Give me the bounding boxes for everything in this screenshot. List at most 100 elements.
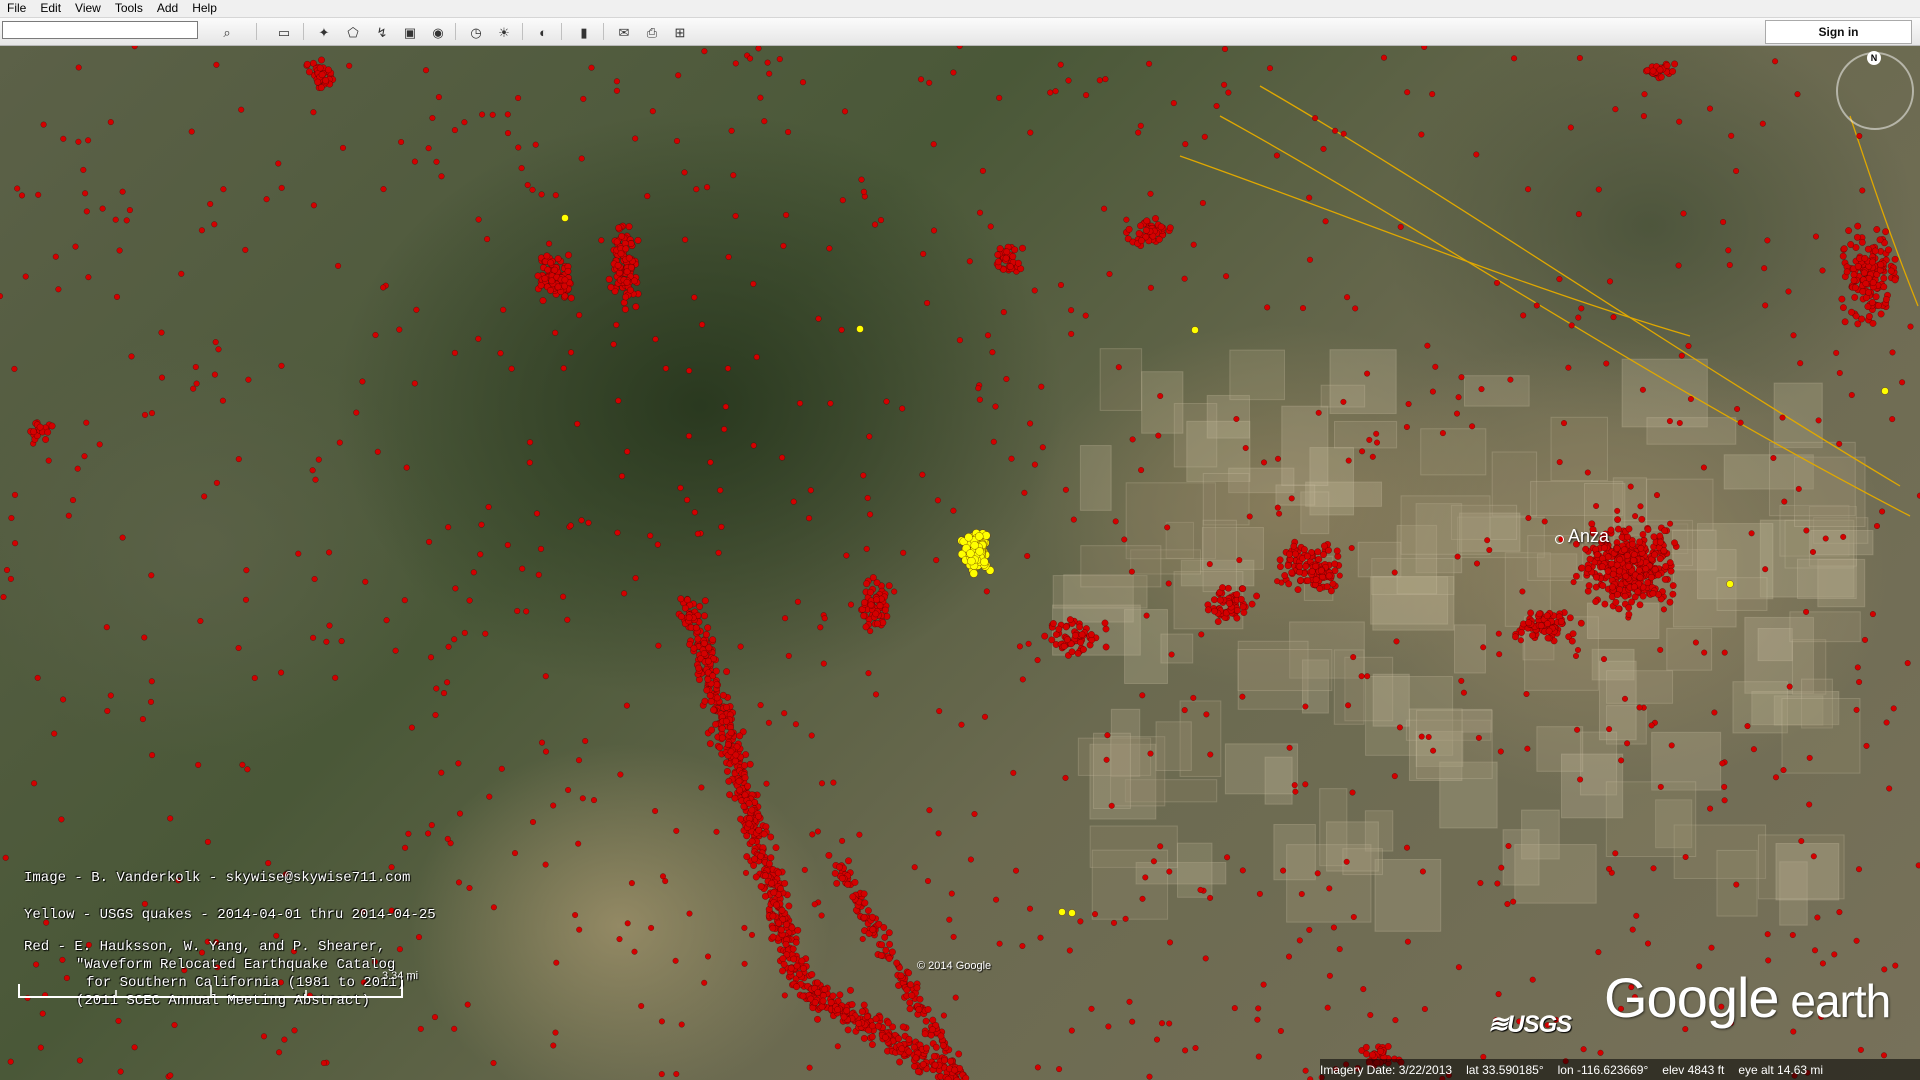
planets-icon[interactable]: ◐ [531,21,555,44]
catalog-quake-dot [1625,610,1633,618]
print-icon[interactable]: ⎙ [640,21,664,44]
catalog-quake-dot [860,188,867,195]
catalog-quake-dot [542,861,549,868]
catalog-quake-dot [1885,246,1892,254]
catalog-quake-dot [704,953,712,960]
catalog-quake-dot [782,615,789,622]
catalog-quake-dot [554,255,562,263]
catalog-quake-dot [855,1019,863,1027]
catalog-quake-dot [874,1022,882,1030]
menu-bar: File Edit View Tools Add Help [0,0,1920,18]
catalog-quake-dot [1306,256,1314,263]
catalog-quake-dot [770,889,778,897]
catalog-quake-dot [868,913,876,921]
catalog-quake-dot [1344,294,1351,301]
path-icon[interactable]: ↯ [370,21,394,44]
catalog-quake-dot [1204,606,1212,614]
catalog-quake-dot [211,371,218,378]
sign-in-button[interactable]: Sign in [1765,20,1912,44]
search-icon[interactable]: ⌕ [215,21,239,44]
email-icon[interactable]: ✉ [612,21,636,44]
catalog-quake-dot [567,349,575,356]
catalog-quake-dot [550,1042,557,1049]
catalog-quake-dot [956,46,963,50]
catalog-quake-dot [1359,448,1366,455]
image-overlay-icon[interactable]: ▣ [398,21,422,44]
catalog-quake-dot [514,607,521,615]
catalog-quake-dot [817,624,824,631]
catalog-quake-dot [1214,618,1222,626]
menu-add[interactable]: Add [150,0,185,17]
historical-imagery-icon[interactable]: ◷ [464,21,488,44]
catalog-quake-dot [1529,976,1536,983]
catalog-quake-dot [715,549,722,556]
map-viewport[interactable] [0,46,1920,1080]
catalog-quake-dot [1102,625,1110,633]
catalog-quake-dot [8,514,15,522]
catalog-quake-dot [966,258,973,265]
catalog-quake-dot [1168,651,1175,658]
catalog-quake-dot [701,979,708,986]
catalog-quake-dot [632,575,639,582]
catalog-quake-dot [750,280,757,287]
place-label-anza[interactable]: Anza [1568,526,1609,547]
catalog-quake-dot [1855,866,1863,873]
catalog-quake-dot [126,207,133,214]
catalog-quake-dot [757,702,764,709]
catalog-quake-dot [615,224,623,232]
catalog-quake-dot [1858,315,1866,323]
catalog-quake-dot [278,184,285,191]
catalog-quake-dot [830,779,837,786]
catalog-quake-dot [694,635,702,643]
catalog-quake-dot [748,837,756,845]
placemark-icon[interactable]: ✦ [312,21,336,44]
menu-view[interactable]: View [68,0,108,17]
menu-tools[interactable]: Tools [108,0,150,17]
catalog-quake-dot [1785,288,1792,295]
catalog-quake-dot [504,541,511,549]
catalog-quake-dot [1104,732,1111,739]
catalog-quake-dot [1138,237,1145,245]
catalog-quake-dot [75,64,82,71]
catalog-quake-dot [811,901,818,908]
catalog-quake-dot [869,1022,876,1030]
catalog-quake-dot [1062,623,1070,631]
catalog-quake-dot [1307,1076,1314,1080]
menu-help[interactable]: Help [185,0,224,17]
catalog-quake-dot [484,236,491,243]
usgs-logo: ≋USGS [1488,1011,1572,1038]
view-in-maps-icon[interactable]: ⊞ [668,21,692,44]
catalog-quake-dot [1575,314,1582,321]
catalog-quake-dot [863,545,870,552]
catalog-quake-dot [1255,1005,1262,1012]
catalog-quake-dot [682,236,689,243]
catalog-quake-dot [877,217,885,224]
catalog-quake-dot [864,907,872,915]
catalog-quake-dot [36,423,44,431]
catalog-quake-dot [104,707,111,715]
catalog-quake-dot [701,48,708,55]
compass-north-icon[interactable]: N [1867,51,1881,65]
ruler-icon[interactable]: ▮ [572,21,596,44]
catalog-quake-dot [1396,724,1403,731]
catalog-quake-dot [1182,141,1189,148]
sidebar-toggle-icon[interactable]: ▭ [272,21,296,44]
catalog-quake-dot [877,951,885,959]
catalog-quake-dot [1556,276,1563,283]
catalog-quake-dot [1719,760,1726,767]
catalog-quake-dot [1302,1067,1309,1074]
sunlight-icon[interactable]: ☀ [492,21,516,44]
search-input[interactable] [2,21,198,39]
catalog-quake-dot [1635,566,1643,574]
catalog-quake-dot [701,612,708,620]
place-marker[interactable] [1555,535,1564,544]
catalog-quake-dot [1384,1043,1392,1050]
catalog-quake-dot [1147,284,1154,291]
catalog-quake-dot [1332,127,1339,134]
polygon-icon[interactable]: ⬠ [341,21,365,44]
menu-file[interactable]: File [0,0,33,17]
catalog-quake-dot [148,410,156,417]
menu-edit[interactable]: Edit [33,0,68,17]
catalog-quake-dot [1613,544,1621,552]
record-tour-icon[interactable]: ◉ [426,21,450,44]
